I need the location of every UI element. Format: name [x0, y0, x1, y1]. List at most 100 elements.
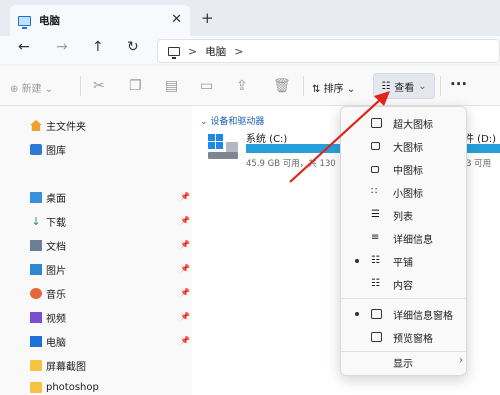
- new-tab-button[interactable]: +: [201, 9, 214, 27]
- pin-icon: 📌: [180, 288, 190, 297]
- list-icon: ☰: [371, 209, 380, 220]
- menu-item-label: 平铺: [393, 257, 413, 269]
- view-button[interactable]: ☷ 查看 ⌄: [373, 73, 435, 99]
- menu-divider: [341, 298, 466, 299]
- sidebar-item-label: 图片: [46, 266, 66, 277]
- drive-name: 件 (D:): [464, 134, 497, 145]
- sidebar-item-home[interactable]: 主文件夹: [30, 118, 86, 133]
- paste-icon[interactable]: ▤: [165, 78, 178, 94]
- selected-indicator: [355, 312, 359, 316]
- sidebar-item-music[interactable]: 音乐: [30, 286, 66, 301]
- sidebar-item-pictures[interactable]: 图片: [30, 262, 66, 277]
- document-icon: [30, 240, 42, 251]
- sidebar-item-gallery[interactable]: 图库: [30, 142, 66, 157]
- up-button[interactable]: ↑: [92, 39, 104, 55]
- music-icon: [30, 288, 42, 299]
- navigation-bar: ← → ↑ ↻ > 电脑 >: [0, 36, 500, 64]
- chevron-down-icon: ⌄: [418, 80, 427, 92]
- cut-icon[interactable]: ✂: [93, 78, 105, 94]
- sidebar-item-screenshots[interactable]: 屏幕截图: [30, 358, 86, 373]
- sidebar-item-label: 电脑: [46, 338, 66, 349]
- menu-item-extra-large-icons[interactable]: 超大图标: [341, 112, 466, 134]
- breadcrumb-separator: >: [188, 44, 198, 58]
- group-header-label: 设备和驱动器: [210, 117, 265, 127]
- menu-item-label: 列表: [393, 211, 413, 223]
- sidebar-item-label: 视频: [46, 314, 66, 325]
- sidebar-item-desktop[interactable]: 桌面: [30, 190, 66, 205]
- sidebar-item-label: 屏幕截图: [46, 362, 86, 373]
- divider: [80, 76, 81, 96]
- sidebar-item-computer[interactable]: 电脑: [30, 334, 66, 349]
- extra-large-icons-icon: [371, 118, 382, 128]
- refresh-button[interactable]: ↻: [127, 39, 139, 55]
- copy-icon[interactable]: ❐: [129, 78, 142, 94]
- view-label: 查看: [394, 82, 415, 94]
- menu-item-label: 超大图标: [393, 119, 433, 131]
- menu-item-label: 大图标: [393, 142, 423, 154]
- delete-icon[interactable]: 🗑: [273, 78, 291, 94]
- menu-item-details[interactable]: ≡ 详细信息: [341, 227, 466, 249]
- large-icons-icon: [371, 142, 380, 150]
- menu-item-preview-pane[interactable]: 预览窗格: [341, 326, 466, 348]
- pin-icon: 📌: [180, 216, 190, 225]
- sidebar-item-label: 文档: [46, 242, 66, 253]
- pin-icon: 📌: [180, 240, 190, 249]
- sidebar-item-documents[interactable]: 文档: [30, 238, 66, 253]
- drive-info: 45.9 GB 可用，共 130: [246, 159, 336, 169]
- sidebar-item-label: 音乐: [46, 290, 66, 301]
- new-button[interactable]: ⊕ 新建 ⌄: [10, 80, 53, 95]
- menu-item-label: 内容: [393, 280, 413, 292]
- drive-name: 系统 (C:): [246, 134, 288, 145]
- small-icons-icon: ∷: [371, 186, 378, 197]
- more-options-button[interactable]: ···: [450, 75, 467, 93]
- drive-icon: [208, 134, 238, 159]
- folder-icon: [30, 382, 42, 393]
- breadcrumb-separator[interactable]: >: [234, 45, 243, 58]
- share-icon[interactable]: ⇪: [236, 78, 248, 94]
- menu-item-label: 详细信息: [393, 234, 433, 246]
- computer-icon: [168, 46, 180, 59]
- video-icon: [30, 312, 42, 323]
- group-header[interactable]: ⌄ 设备和驱动器: [200, 114, 264, 127]
- view-menu: 超大图标 大图标 中图标 ∷ 小图标 ☰ 列表 ≡ 详细信息 ☷ 平铺 ☷ 内容…: [340, 106, 467, 376]
- tab-computer[interactable]: 电脑 ✕: [10, 5, 190, 36]
- details-pane-icon: [371, 309, 382, 319]
- sort-button[interactable]: ⇅ 排序 ⌄: [312, 80, 355, 95]
- computer-icon: [18, 15, 31, 29]
- menu-item-label: 中图标: [393, 165, 423, 177]
- sidebar-item-label: 桌面: [46, 194, 66, 205]
- pin-icon: 📌: [180, 264, 190, 273]
- menu-item-details-pane[interactable]: 详细信息窗格: [341, 303, 466, 325]
- menu-item-small-icons[interactable]: ∷ 小图标: [341, 181, 466, 203]
- menu-item-medium-icons[interactable]: 中图标: [341, 158, 466, 180]
- menu-item-large-icons[interactable]: 大图标: [341, 135, 466, 157]
- rename-icon[interactable]: ▭: [200, 78, 213, 94]
- computer-icon: [30, 336, 42, 347]
- download-icon: ↓: [31, 215, 41, 228]
- menu-item-content[interactable]: ☷ 内容: [341, 273, 466, 295]
- address-bar[interactable]: > 电脑 >: [157, 39, 500, 63]
- close-tab-button[interactable]: ✕: [171, 12, 182, 27]
- forward-button[interactable]: →: [56, 39, 68, 55]
- sidebar-item-videos[interactable]: 视频: [30, 310, 66, 325]
- folder-icon: [30, 360, 42, 371]
- back-button[interactable]: ←: [18, 39, 30, 55]
- tab-bar: 电脑 ✕ +: [0, 0, 500, 36]
- medium-icons-icon: [371, 165, 379, 173]
- drive-usage-bar: [246, 144, 340, 153]
- pin-icon: 📌: [180, 192, 190, 201]
- breadcrumb-computer[interactable]: 电脑: [205, 44, 226, 59]
- home-icon: [30, 120, 42, 131]
- menu-item-tiles[interactable]: ☷ 平铺: [341, 250, 466, 272]
- gallery-icon: [30, 144, 42, 155]
- sort-label: 排序: [323, 84, 344, 95]
- chevron-right-icon: ›: [459, 355, 463, 366]
- sidebar-item-photoshop[interactable]: photoshop: [30, 382, 99, 393]
- view-icon: ☷: [381, 80, 391, 92]
- command-bar: ⊕ 新建 ⌄ ✂ ❐ ▤ ▭ ⇪ 🗑 ⇅ 排序 ⌄ ☷ 查看 ⌄ ···: [0, 66, 500, 106]
- sidebar-item-label: 下载: [46, 218, 66, 229]
- sidebar-item-downloads[interactable]: ↓ 下载: [30, 214, 66, 229]
- menu-item-show[interactable]: 显示: [393, 355, 413, 370]
- sidebar-item-label: 图库: [46, 146, 66, 157]
- menu-item-list[interactable]: ☰ 列表: [341, 204, 466, 226]
